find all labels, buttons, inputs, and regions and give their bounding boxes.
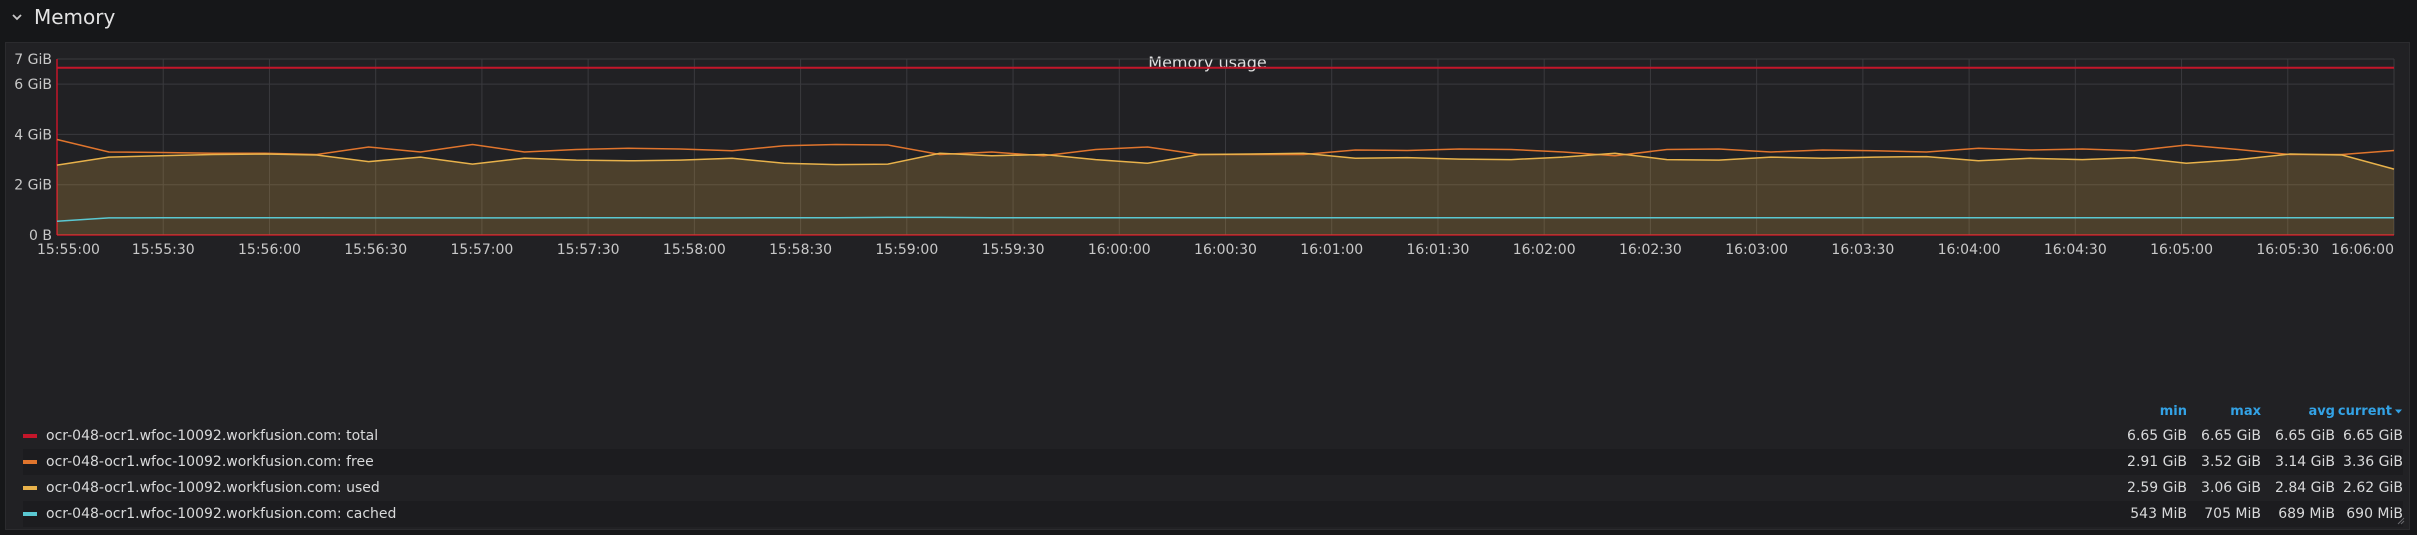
row-title[interactable]: Memory [34,5,115,29]
x-tick-label: 16:05:00 [2150,242,2213,258]
legend-current: 3.36 GiB [2343,454,2403,470]
x-tick-label: 16:04:00 [1938,242,2001,258]
row-header[interactable]: Memory [0,0,2417,34]
legend-header-min[interactable]: min [2113,404,2187,419]
x-tick-label: 15:56:30 [344,242,407,258]
legend-header-current-label: current [2337,403,2392,419]
legend-swatch-used[interactable] [23,486,37,490]
legend-swatch-free[interactable] [23,460,37,464]
legend-max: 705 MiB [2204,506,2261,522]
x-tick-label: 15:57:00 [450,242,513,258]
legend-item-used[interactable]: ocr-048-ocr1.wfoc-10092.workfusion.com: … [23,475,2403,501]
legend-item-cached[interactable]: ocr-048-ocr1.wfoc-10092.workfusion.com: … [23,501,2403,527]
legend-item-total[interactable]: ocr-048-ocr1.wfoc-10092.workfusion.com: … [23,423,2403,449]
y-tick-label: 2 GiB [14,178,52,194]
legend-header-current[interactable]: current [2335,404,2403,419]
legend-swatch-total[interactable] [23,434,37,438]
x-tick-label: 15:56:00 [238,242,301,258]
memory-usage-chart[interactable]: 0 B2 GiB4 GiB6 GiB7 GiB 15:55:00 15:55:30… [6,43,2411,383]
y-axis-labels: 0 B2 GiB4 GiB6 GiB7 GiB [14,52,52,244]
x-tick-label: 15:55:00 [37,242,100,258]
legend-max: 6.65 GiB [2201,428,2261,444]
legend-series-name[interactable]: ocr-048-ocr1.wfoc-10092.workfusion.com: … [46,506,2113,522]
x-tick-label: 16:01:00 [1300,242,1363,258]
x-tick-label: 16:02:00 [1513,242,1576,258]
legend: min max avg current ocr-048-ocr1.wfoc-10… [23,399,2403,527]
legend-min: 6.65 GiB [2127,428,2187,444]
legend-header-avg[interactable]: avg [2261,404,2335,419]
x-tick-label: 16:01:30 [1407,242,1470,258]
memory-usage-panel: Memory usage 0 B2 GiB 4 GiB 6 GiB 7 GiB 15:… [5,42,2410,530]
y-tick-label: 7 GiB [14,52,52,68]
legend-header: min max avg current [23,399,2403,423]
x-tick-label: 16:00:00 [1088,242,1151,258]
x-tick-label: 16:03:00 [1725,242,1788,258]
y-tick-label: 4 GiB [14,127,52,143]
legend-series-name[interactable]: ocr-048-ocr1.wfoc-10092.workfusion.com: … [46,480,2113,496]
x-tick-label: 15:59:00 [875,242,938,258]
legend-series-name[interactable]: ocr-048-ocr1.wfoc-10092.workfusion.com: … [46,454,2113,470]
legend-avg: 2.84 GiB [2275,480,2335,496]
legend-min: 543 MiB [2130,506,2187,522]
legend-swatch-cached[interactable] [23,512,37,516]
x-axis-labels: 15:55:00 15:55:30 15:56:00 15:56:30 15:57:00… [37,242,2394,258]
x-tick-label: 15:57:30 [557,242,620,258]
legend-current: 2.62 GiB [2343,480,2403,496]
x-tick-label: 16:06:00 [2331,242,2394,258]
x-tick-label: 15:58:00 [663,242,726,258]
x-tick-label: 15:59:30 [982,242,1045,258]
legend-current: 6.65 GiB [2343,428,2403,444]
legend-item-free[interactable]: ocr-048-ocr1.wfoc-10092.workfusion.com: … [23,449,2403,475]
legend-avg: 6.65 GiB [2275,428,2335,444]
legend-header-max[interactable]: max [2187,404,2261,419]
legend-series-name[interactable]: ocr-048-ocr1.wfoc-10092.workfusion.com: … [46,428,2113,444]
legend-avg: 3.14 GiB [2275,454,2335,470]
x-tick-label: 16:04:30 [2044,242,2107,258]
series-area-used [57,153,2394,235]
y-tick-label: 6 GiB [14,77,52,93]
x-tick-label: 15:58:30 [769,242,832,258]
resize-handle-icon[interactable] [2395,515,2405,525]
legend-min: 2.59 GiB [2127,480,2187,496]
legend-max: 3.52 GiB [2201,454,2261,470]
x-tick-label: 16:03:30 [1831,242,1894,258]
x-tick-label: 16:02:30 [1619,242,1682,258]
legend-current: 690 MiB [2346,506,2403,522]
caret-down-icon [2395,409,2402,413]
x-tick-label: 15:55:30 [132,242,195,258]
chevron-down-icon[interactable] [10,10,24,24]
x-tick-label: 16:00:30 [1194,242,1257,258]
chart-areas [57,153,2394,235]
legend-avg: 689 MiB [2278,506,2335,522]
x-tick-label: 16:05:30 [2256,242,2319,258]
legend-max: 3.06 GiB [2201,480,2261,496]
legend-min: 2.91 GiB [2127,454,2187,470]
